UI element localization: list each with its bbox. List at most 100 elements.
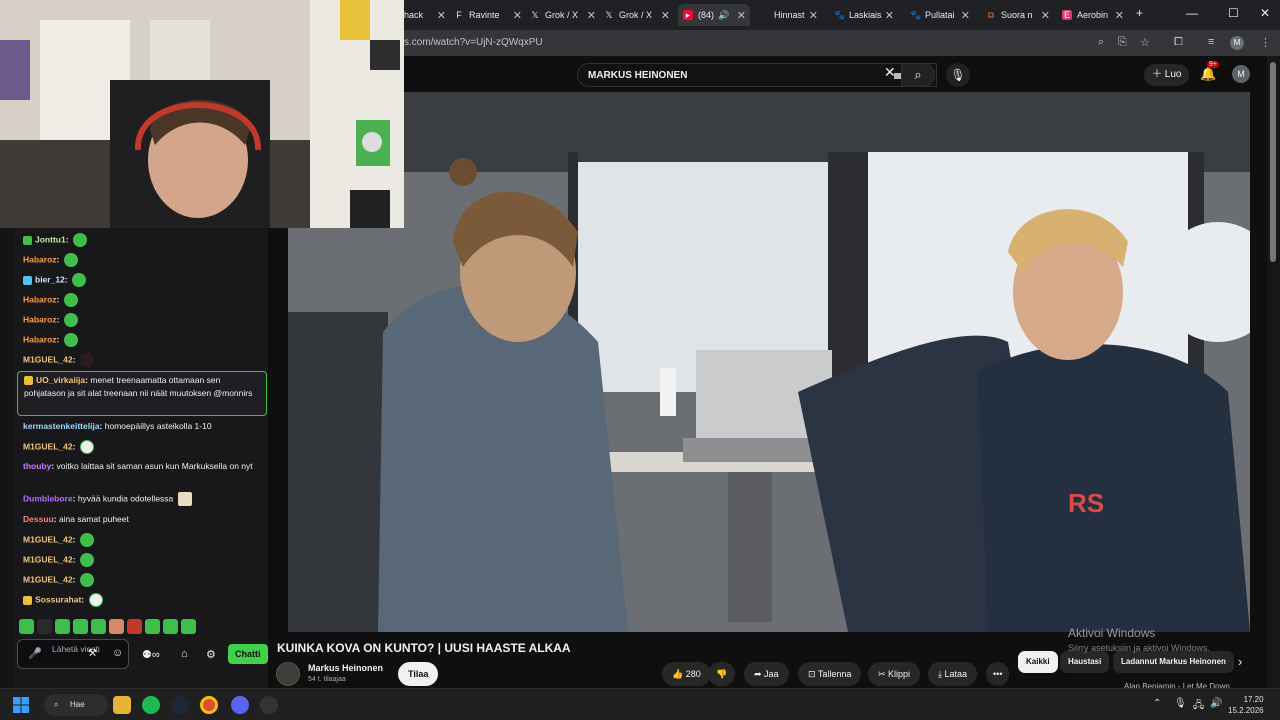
close-tab-icon[interactable]: ✕ [1115,9,1124,22]
channel-name[interactable]: Markus Heinonen [308,663,383,673]
chat-username[interactable]: M1GUEL_42 [23,534,73,544]
chip-all[interactable]: Kaikki [1018,651,1058,673]
close-tab-icon[interactable]: ✕ [513,9,522,22]
obs-icon[interactable] [260,696,278,714]
chat-username[interactable]: bier_12 [35,274,65,284]
chat-username[interactable]: M1GUEL_42 [23,554,73,564]
maximize-icon[interactable]: ☐ [1228,6,1239,20]
browser-tab[interactable]: 𝕏 Grok / X ✕ [530,4,600,26]
close-window-icon[interactable]: ✕ [1260,6,1270,20]
chat-username[interactable]: UO_virkaiija [36,375,85,385]
zoom-icon[interactable]: ⌕ [1098,36,1104,49]
network-icon[interactable]: 🖧 [1193,698,1204,715]
account-avatar[interactable]: M [1232,65,1250,83]
video-player[interactable]: RS [288,92,1250,632]
windows-start-icon[interactable] [12,696,30,714]
taskbar-search[interactable]: ⌕ Hae [44,694,108,716]
emote-icon[interactable] [91,619,106,634]
notifications-button[interactable]: 🔔 9+ [1200,61,1219,82]
close-tab-icon[interactable]: ✕ [587,9,596,22]
dislike-button[interactable]: 👎 [708,662,736,686]
chat-username[interactable]: Sossurahat [35,594,81,604]
bookmark-star-icon[interactable]: ☆ [1140,36,1150,49]
cast-icon[interactable]: ⎘ [1118,36,1127,49]
profile-avatar[interactable]: M [1230,36,1244,50]
search-button[interactable]: ⌕ [901,63,935,87]
mic-icon[interactable]: 🎤 [28,647,42,660]
browser-tab[interactable]: 𝕏 Grok / X ✕ [604,4,674,26]
browser-tab[interactable]: hack ✕ [404,4,450,26]
chat-input[interactable]: 🎤 Lähetä viesti ⚒ ☺ [17,639,129,669]
emoji-icon[interactable]: ☺ [112,647,123,659]
store-icon[interactable]: ⌂ [181,648,188,660]
emote-icon[interactable] [145,619,160,634]
emote-icon[interactable] [73,619,88,634]
close-tab-icon[interactable]: ✕ [961,9,970,22]
close-tab-icon[interactable]: ✕ [885,9,894,22]
chat-username[interactable]: Jonttu1 [35,234,66,244]
chat-username[interactable]: Habaroz [23,254,57,264]
chevron-right-icon[interactable]: › [1238,654,1242,669]
clip-button[interactable]: ✂ Klippi [868,662,921,686]
emote-icon[interactable] [109,619,124,634]
emote-icon[interactable] [127,619,142,634]
browser-tab[interactable]: 🐾 Pullatai ✕ [910,4,974,26]
settings-gear-icon[interactable]: ⚙ [206,648,216,661]
new-tab-icon[interactable]: + [1136,6,1143,20]
browser-tab-active[interactable]: ▸ (84) 🔊 ✕ [678,4,750,26]
close-tab-icon[interactable]: ✕ [1041,9,1050,22]
emote-icon[interactable] [163,619,178,634]
more-actions-button[interactable]: ••• [986,662,1010,686]
minimize-icon[interactable]: — [1186,6,1198,20]
chat-username[interactable]: Dumblebore [23,493,73,503]
steam-icon[interactable] [171,696,189,714]
tray-chevron-icon[interactable]: ⌃ [1153,698,1161,709]
search-input[interactable]: MARKUS HEINONEN [577,63,937,87]
close-tab-icon[interactable]: ✕ [809,9,818,22]
emote-icon[interactable] [55,619,70,634]
emote-icon[interactable] [181,619,196,634]
file-explorer-icon[interactable] [113,696,131,714]
close-tab-icon[interactable]: ✕ [661,9,670,22]
chat-username[interactable]: M1GUEL_42 [23,441,73,451]
chat-username[interactable]: Habaroz [23,334,57,344]
browser-tab[interactable]: F Ravinte ✕ [454,4,526,26]
kebab-menu-icon[interactable]: ⋮ [1260,36,1271,49]
subscribe-button[interactable]: Tilaa [398,662,439,686]
voice-search-button[interactable]: 🎙 [946,63,970,87]
chat-send-button[interactable]: Chatti [228,644,268,664]
browser-tab[interactable]: ⧉ Suora n ✕ [986,4,1054,26]
browser-tab[interactable]: E Aerobin ✕ [1062,4,1128,26]
scrollbar-thumb[interactable] [1270,62,1276,262]
clear-search-icon[interactable]: ✕ [884,64,896,81]
download-button[interactable]: ⤓ Lataa [928,662,978,686]
emote-icon[interactable] [37,619,52,634]
chat-username[interactable]: Dessuu [23,514,54,524]
save-button[interactable]: ⊡ Tallenna [798,662,862,686]
close-tab-icon[interactable]: ✕ [437,9,446,22]
emote-icon[interactable] [19,619,34,634]
share-button[interactable]: ➦ Jaa [744,662,789,686]
chat-username[interactable]: Habaroz [23,314,57,324]
chip-from-search[interactable]: Haustasi [1060,651,1110,673]
chip-uploaded-by[interactable]: Ladannut Markus Heinonen [1113,651,1234,673]
url-field[interactable]: s.com/watch?v=UjN-zQWqxPU [404,37,543,48]
command-icon[interactable]: ⚒ [88,648,97,659]
channel-avatar[interactable] [276,662,300,686]
chat-username[interactable]: M1GUEL_42 [23,574,73,584]
chat-username[interactable]: M1GUEL_42 [23,354,73,364]
like-button[interactable]: 👍 280 [662,662,711,686]
tray-mic-icon[interactable]: 🎙 [1174,698,1187,709]
chat-username[interactable]: thouby [23,461,51,471]
taskbar-clock[interactable]: 17.20 15.2.2026 [1228,694,1264,716]
create-button[interactable]: ＋ Luo [1144,64,1190,86]
speaker-icon[interactable]: 🔊 [718,10,729,21]
chat-username[interactable]: kermastenkeittelija [23,421,100,431]
volume-icon[interactable]: 🔊 [1210,698,1222,709]
chrome-icon[interactable] [200,696,218,714]
close-tab-icon[interactable]: ✕ [737,9,746,22]
browser-tab[interactable]: Hinnast ✕ [774,4,822,26]
discord-icon[interactable] [231,696,249,714]
spotify-icon[interactable] [142,696,160,714]
media-control-icon[interactable]: ≡ [1208,36,1214,48]
